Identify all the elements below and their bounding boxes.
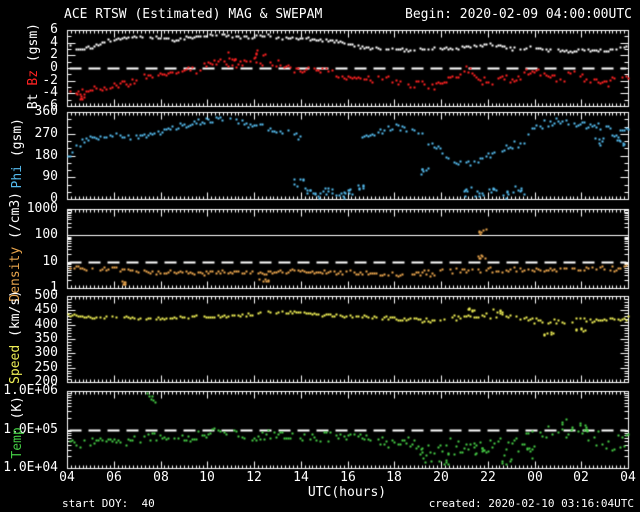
y-tick-label: 1.0E+05	[3, 422, 58, 437]
panel-ylabel-part: (gsm)	[26, 22, 41, 70]
x-tick-label: 18	[386, 470, 402, 485]
panel-ylabel: Temp (K)	[10, 396, 25, 459]
x-tick-label: 08	[153, 470, 169, 485]
begin-timestamp: Begin: 2020-02-09 04:00:00UTC	[405, 7, 632, 22]
panel-ylabel: Bt Bz (gsm)	[26, 23, 41, 109]
y-tick-label: 180	[34, 148, 58, 163]
x-tick-label: 06	[106, 470, 122, 485]
y-tick-label: 1.0E+06	[3, 383, 58, 398]
y-tick-label: 1.0E+04	[3, 460, 58, 475]
x-tick-label: 10	[199, 470, 215, 485]
x-tick-label: 04	[620, 470, 636, 485]
x-tick-label: 00	[527, 470, 543, 485]
y-tick-label: 270	[34, 126, 58, 141]
start-doy-label: start DOY: 40	[62, 497, 155, 510]
panel-ylabel: Density (/cm3)	[8, 192, 23, 302]
panel-ylabel-part: (/cm3)	[8, 191, 23, 247]
panel-ylabel-part: (K)	[10, 396, 25, 428]
y-tick-label: 90	[42, 169, 58, 184]
x-tick-label: 20	[433, 470, 449, 485]
x-tick-label: 22	[480, 470, 496, 485]
x-tick-label: 14	[293, 470, 309, 485]
panel-ylabel-part: (gsm)	[10, 118, 25, 166]
x-axis-title: UTC(hours)	[307, 485, 387, 500]
panel-ylabel-part: Bz	[26, 69, 41, 86]
y-tick-label: 360	[34, 104, 58, 119]
created-timestamp: created: 2020-02-10 03:16:04UTC	[428, 497, 634, 510]
panel-ylabel-part: (km/s)	[8, 289, 23, 345]
panel-ylabel-part: Speed	[8, 344, 23, 384]
x-tick-label: 16	[340, 470, 356, 485]
panel-ylabel-part: Temp	[10, 427, 25, 460]
x-tick-label: 04	[59, 470, 75, 485]
panel-ylabel-part: Phi	[10, 165, 25, 189]
x-tick-label: 12	[246, 470, 262, 485]
panel-ylabel: Phi (gsm)	[10, 118, 25, 188]
panel-ylabel: Speed (km/s)	[8, 290, 23, 384]
chart-canvas	[0, 0, 640, 512]
x-tick-label: 02	[573, 470, 589, 485]
plot-title: ACE RTSW (Estimated) MAG & SWEPAM	[64, 7, 323, 22]
ace-rtsw-plot: ACE RTSW (Estimated) MAG & SWEPAM Begin:…	[0, 0, 640, 512]
